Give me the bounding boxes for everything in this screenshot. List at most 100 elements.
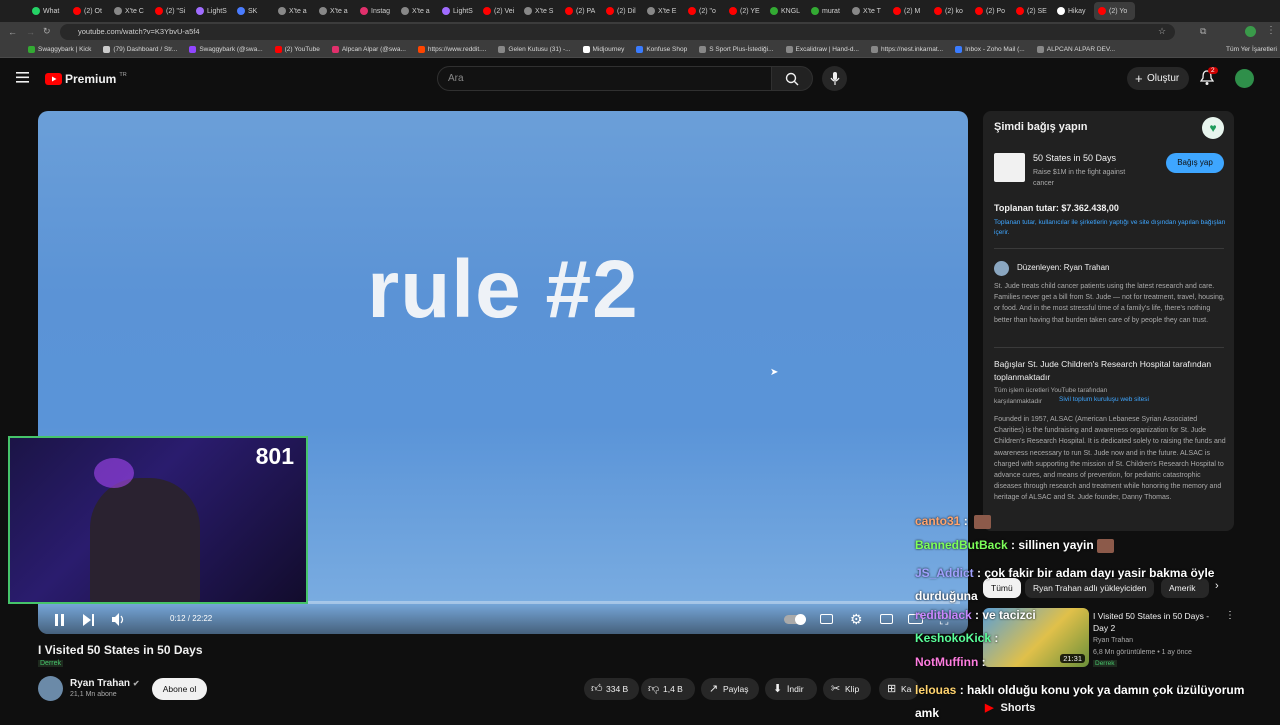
share-button[interactable]: ↗ Paylaş — [701, 678, 759, 700]
browser-tab[interactable]: (2) SE — [1012, 2, 1053, 20]
browser-tab[interactable]: Hikay — [1053, 2, 1094, 20]
browser-tab[interactable]: (2) Dil — [602, 2, 643, 20]
channel-avatar[interactable] — [38, 676, 63, 701]
chat-username: NotMuffinn — [915, 655, 979, 669]
browser-tab[interactable]: (2) M — [889, 2, 930, 20]
voice-search-button[interactable] — [822, 66, 847, 91]
notifications-button[interactable]: 2 — [1200, 67, 1218, 86]
next-button[interactable] — [83, 614, 94, 626]
browser-tab[interactable]: (2) PA — [561, 2, 602, 20]
browser-tab[interactable]: (2) "o — [684, 2, 725, 20]
bookmark-item[interactable]: Alpcan Alpar (@swa... — [331, 46, 406, 53]
bookmark-item[interactable]: https://www.reddit.... — [417, 46, 486, 53]
bookmark-item[interactable]: Midjourney — [582, 46, 624, 53]
browser-tab[interactable]: X'te a — [274, 2, 315, 20]
browser-tab[interactable]: (2) Po — [971, 2, 1012, 20]
mouse-cursor-icon: ➤ — [770, 367, 779, 378]
bookmark-label: S Sport Plus-İstediği... — [709, 46, 774, 53]
bookmark-item[interactable]: (2) YouTube — [274, 46, 320, 53]
pause-button[interactable] — [54, 614, 65, 626]
browser-tab[interactable]: X'te S — [520, 2, 561, 20]
bookmarks-bar: Swaggybark | Kick (79) Dashboard / Str...… — [0, 42, 1280, 58]
browser-tab[interactable]: (2) "Si — [151, 2, 192, 20]
bookmark-item[interactable]: ALPCAN ALPAR DEV... — [1036, 46, 1115, 53]
bookmark-item[interactable]: Swaggybark | Kick — [28, 46, 91, 53]
browser-tab[interactable]: (2) YE — [725, 2, 766, 20]
forward-icon[interactable]: → — [26, 27, 35, 37]
hamburger-menu-icon[interactable] — [16, 72, 29, 83]
browser-tab[interactable]: X'te a — [315, 2, 356, 20]
clip-button[interactable]: ✂ Klip — [823, 678, 871, 700]
browser-tab[interactable]: X'te T — [848, 2, 889, 20]
subtitles-icon[interactable] — [820, 614, 833, 624]
bookmark-favicon-icon — [699, 46, 707, 53]
channel-name[interactable]: Ryan Trahan ✔ — [70, 678, 140, 689]
thumbs-down-icon: 👎︎ — [648, 683, 660, 695]
browser-tab[interactable]: What — [28, 2, 69, 20]
browser-tab[interactable]: X'te E — [643, 2, 684, 20]
tab-title: X'te a — [412, 7, 430, 15]
browser-tab[interactable]: LightS — [438, 2, 479, 20]
search-input[interactable]: Ara — [437, 66, 772, 91]
organization-website-link[interactable]: Sivil toplum kuruluşu web sitesi — [1059, 396, 1149, 403]
bookmark-item[interactable]: https://nest.inkarnat... — [870, 46, 943, 53]
browser-tab[interactable]: SK — [233, 2, 274, 20]
microphone-icon — [830, 72, 839, 85]
profile-icon[interactable] — [1245, 26, 1256, 37]
settings-gear-icon[interactable]: ⚙ — [850, 611, 863, 628]
chat-separator: : — [991, 631, 999, 645]
chat-message: canto31 : — [915, 514, 992, 529]
search-button[interactable] — [771, 66, 813, 91]
browser-tab[interactable]: KNGL — [766, 2, 807, 20]
browser-tab[interactable]: LightS — [192, 2, 233, 20]
bookmark-item[interactable]: Excalidraw | Hand-d... — [785, 46, 859, 53]
extensions-icon[interactable]: ⧉ — [1200, 26, 1206, 37]
chat-separator: : — [956, 683, 968, 697]
subscribe-button[interactable]: Abone ol — [152, 678, 207, 700]
reload-icon[interactable]: ↻ — [43, 26, 51, 37]
bookmark-star-icon[interactable]: ☆ — [1158, 26, 1166, 37]
browser-tab[interactable]: X'te a — [397, 2, 438, 20]
browser-tab[interactable]: Instag — [356, 2, 397, 20]
browser-tab[interactable]: (2) Vei — [479, 2, 520, 20]
bookmark-item[interactable]: Inbox - Zoho Mail (... — [955, 46, 1025, 53]
chat-separator: : — [1007, 538, 1019, 552]
tab-favicon-icon — [524, 7, 532, 15]
browser-tab[interactable]: X'te C — [110, 2, 151, 20]
tab-title: (2) "Si — [166, 7, 186, 15]
purple-light — [94, 458, 134, 488]
tab-title: (2) "o — [699, 7, 716, 15]
download-button[interactable]: ⬇ İndir — [765, 678, 817, 700]
account-avatar[interactable] — [1235, 69, 1254, 88]
browser-tab[interactable]: (2) Yo — [1094, 2, 1135, 20]
miniplayer-icon[interactable] — [880, 614, 893, 624]
volume-button[interactable] — [112, 613, 126, 626]
tab-title: LightS — [453, 7, 473, 15]
create-button[interactable]: + Oluştur — [1127, 67, 1189, 90]
time-display: 0:12 / 22:22 — [170, 614, 213, 623]
bookmark-item[interactable]: S Sport Plus-İstediği... — [699, 46, 774, 53]
youtube-logo[interactable]: Premium TR — [45, 72, 127, 86]
tab-favicon-icon — [1016, 7, 1024, 15]
menu-dots-icon[interactable]: ⋮ — [1266, 25, 1276, 36]
like-button[interactable]: 👍︎ 334 B — [584, 678, 639, 700]
bookmark-item[interactable]: Gelen Kutusu (31) -... — [498, 46, 571, 53]
bookmark-item[interactable]: (79) Dashboard / Str... — [103, 46, 177, 53]
verified-icon: ✔ — [132, 679, 140, 688]
chat-separator: : — [960, 514, 972, 528]
webcam-overlay: 801 — [8, 436, 308, 604]
bookmark-item[interactable]: Swaggybark (@swa... — [189, 46, 263, 53]
browser-tab[interactable]: murat — [807, 2, 848, 20]
tab-favicon-icon — [811, 7, 819, 15]
browser-tab[interactable]: (2) ko — [930, 2, 971, 20]
dislike-button[interactable]: 👎︎ 1,4 B — [641, 678, 695, 700]
donate-button[interactable]: Bağış yap — [1166, 153, 1224, 173]
url-field[interactable]: youtube.com/watch?v=K3YbvU-a5f4 — [60, 24, 1175, 40]
bookmark-item[interactable]: Konfuse Shop — [636, 46, 687, 53]
all-bookmarks-link[interactable]: Tüm Yer İşaretleri — [1226, 46, 1277, 53]
tab-favicon-icon — [852, 7, 860, 15]
browser-tab[interactable]: (2) Ot — [69, 2, 110, 20]
back-icon[interactable]: ← — [8, 27, 17, 37]
tab-favicon-icon — [729, 7, 737, 15]
autoplay-toggle[interactable] — [784, 614, 806, 625]
